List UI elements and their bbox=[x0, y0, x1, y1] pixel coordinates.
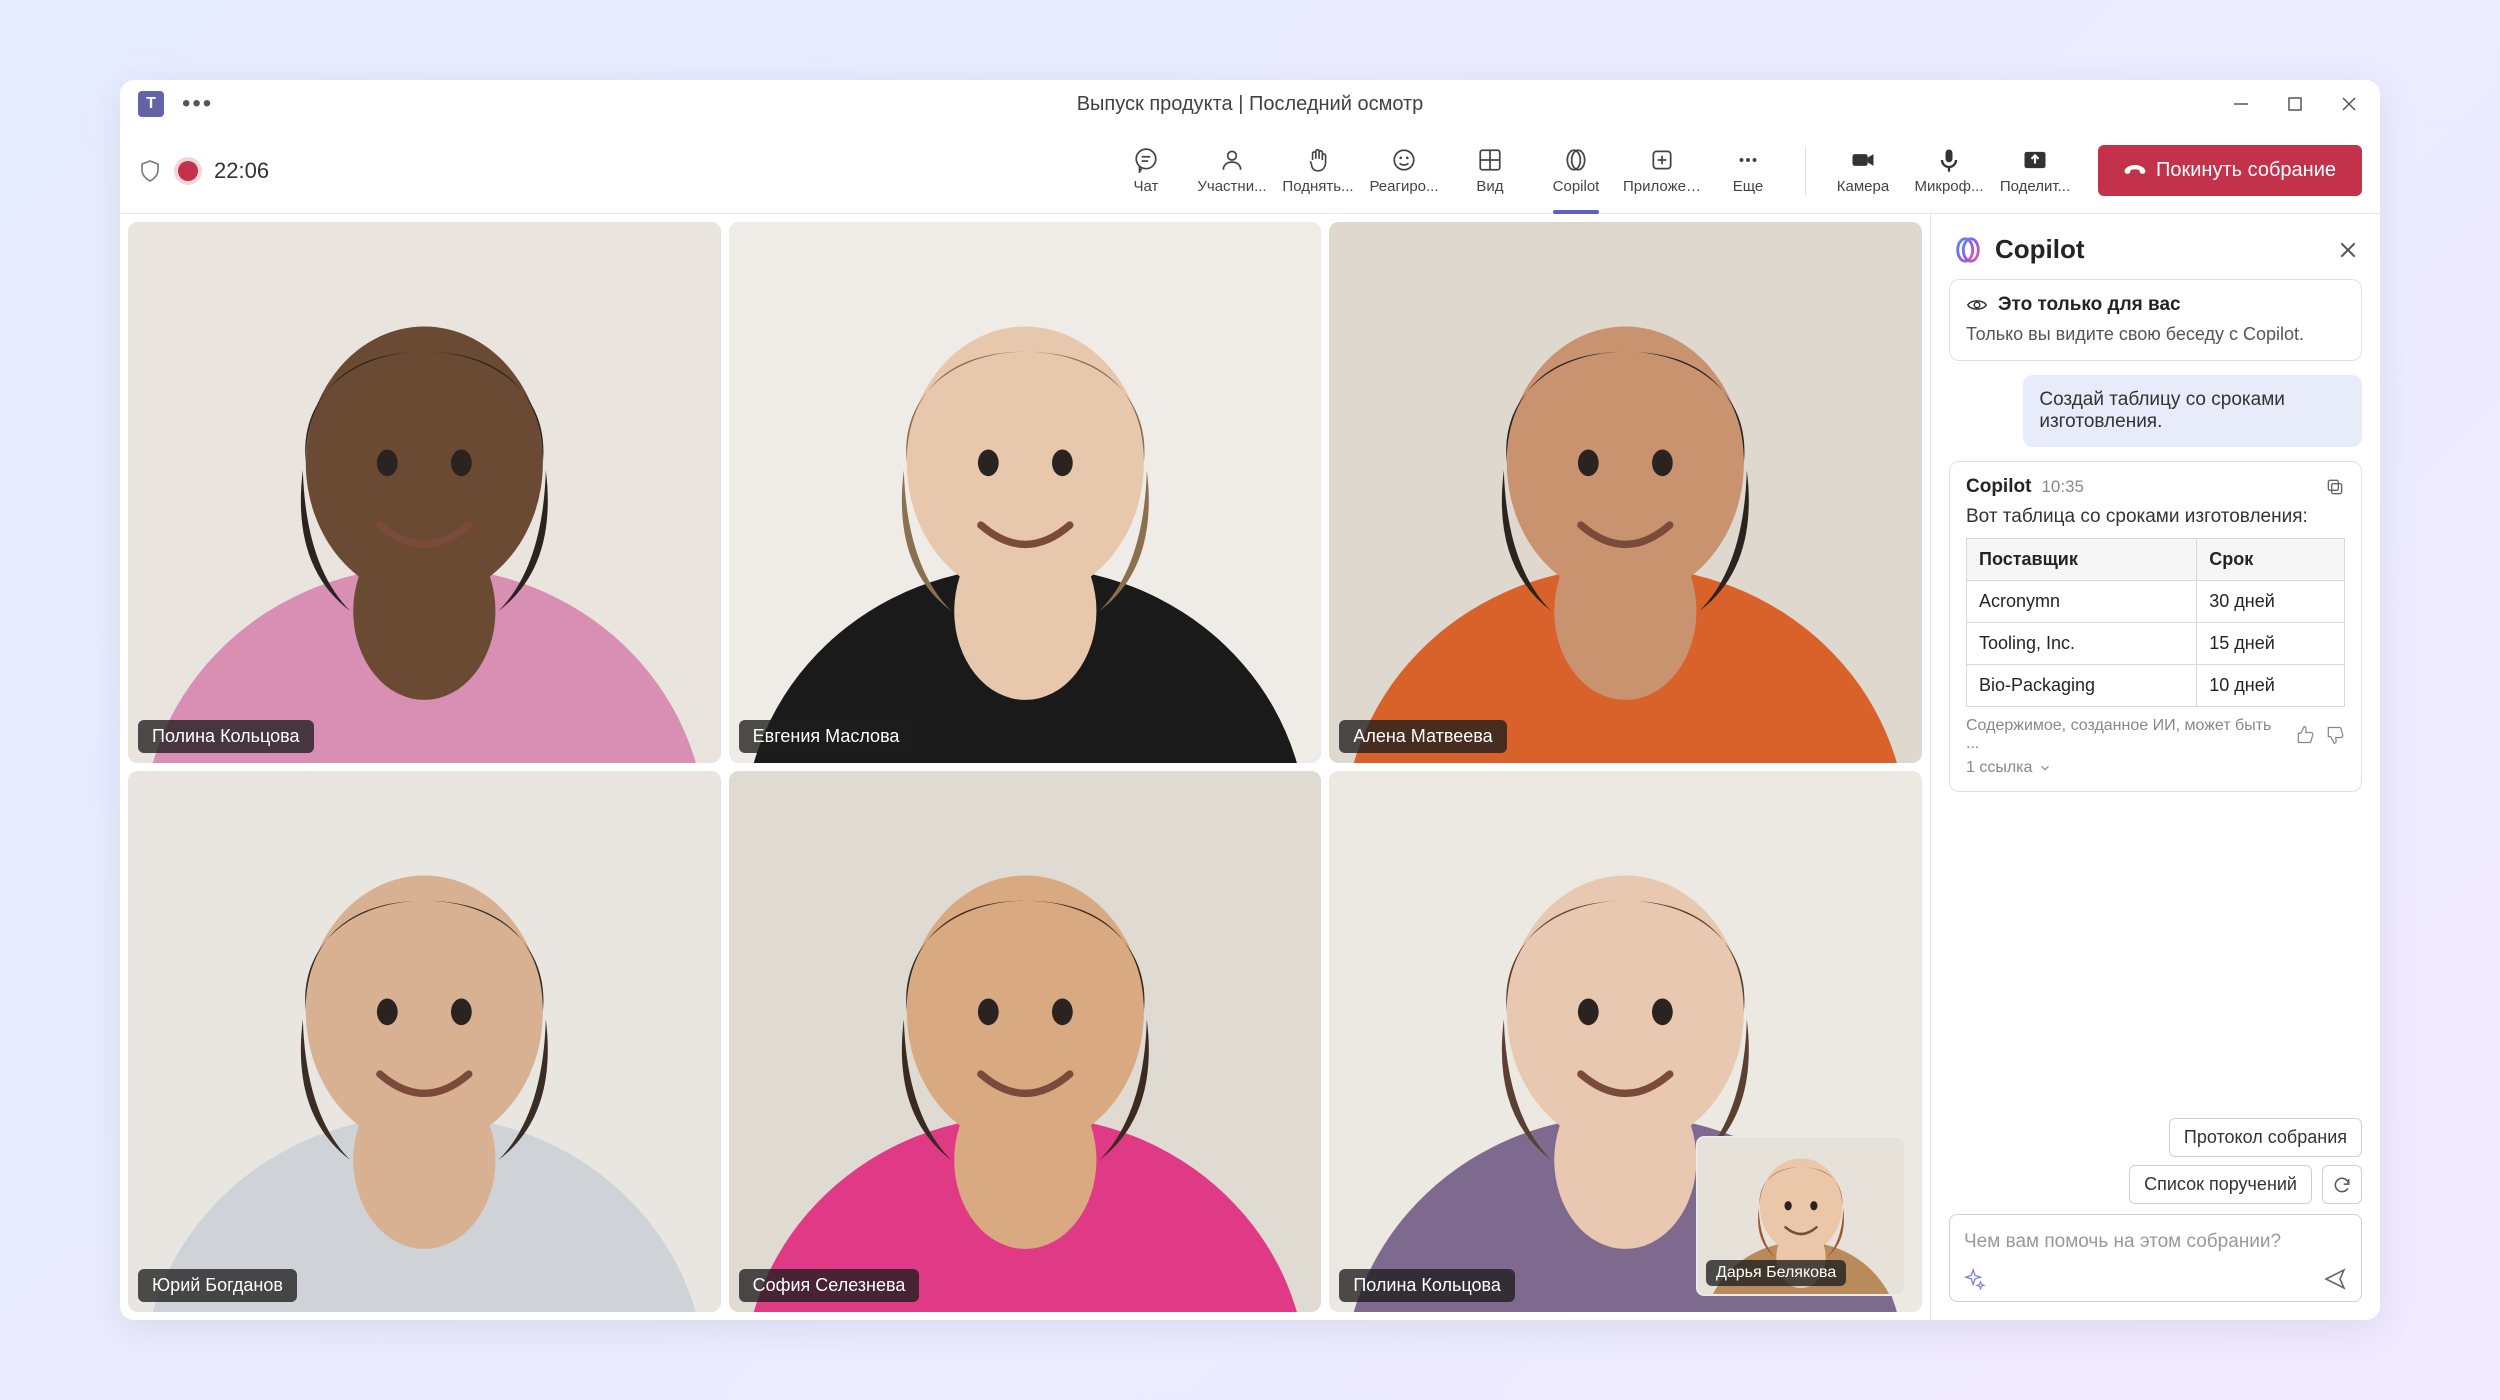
copilot-intro: Вот таблица со сроками изготовления: bbox=[1966, 506, 2345, 528]
chat-label: Чат bbox=[1134, 178, 1159, 195]
raise-hand-button[interactable]: Поднять... bbox=[1277, 137, 1359, 205]
video-tile[interactable]: Полина Кольцова bbox=[128, 222, 721, 763]
video-tile[interactable]: Евгения Маслова bbox=[729, 222, 1322, 763]
copilot-sender: Copilot bbox=[1966, 476, 2031, 498]
view-label: Вид bbox=[1476, 178, 1503, 195]
video-tile[interactable]: Юрий Богданов bbox=[128, 771, 721, 1312]
copilot-panel-title: Copilot bbox=[1995, 234, 2326, 265]
copilot-composer bbox=[1949, 1214, 2362, 1302]
table-row: Tooling, Inc.15 дней bbox=[1967, 623, 2345, 665]
leave-button[interactable]: Покинуть собрание bbox=[2098, 145, 2362, 196]
privacy-shield-icon[interactable] bbox=[138, 159, 162, 183]
table-row: Acronymn30 дней bbox=[1967, 581, 2345, 623]
camera-label: Камера bbox=[1837, 178, 1889, 195]
video-grid: Полина Кольцова Евгения Маслова Алена Ма… bbox=[120, 214, 1930, 1320]
thumbs-up-icon[interactable] bbox=[2295, 725, 2315, 745]
close-icon[interactable] bbox=[2336, 91, 2362, 117]
participant-name: Полина Кольцова bbox=[1339, 1269, 1515, 1302]
mic-button[interactable]: Микроф... bbox=[1908, 137, 1990, 205]
camera-button[interactable]: Камера bbox=[1822, 137, 1904, 205]
emoji-icon bbox=[1390, 146, 1418, 174]
phone-icon bbox=[2119, 155, 2150, 186]
camera-icon bbox=[1849, 146, 1877, 174]
toolbar-divider bbox=[1805, 146, 1806, 196]
maximize-icon[interactable] bbox=[2282, 91, 2308, 117]
mic-label: Микроф... bbox=[1915, 178, 1984, 195]
thumbs-down-icon[interactable] bbox=[2325, 725, 2345, 745]
participant-name: София Селезнева bbox=[739, 1269, 920, 1302]
minimize-icon[interactable] bbox=[2228, 91, 2254, 117]
participant-name: Алена Матвеева bbox=[1339, 720, 1506, 753]
meeting-toolbar: 22:06 Чат Участни... Поднять... Реагиро.… bbox=[120, 128, 2380, 214]
title-bar: T ••• Выпуск продукта | Последний осмотр bbox=[120, 80, 2380, 128]
self-view-pip[interactable]: Дарья Белякова bbox=[1696, 1136, 1906, 1296]
table-row: Bio-Packaging10 дней bbox=[1967, 665, 2345, 707]
video-tile[interactable]: Алена Матвеева bbox=[1329, 222, 1922, 763]
meeting-timer: 22:06 bbox=[214, 158, 269, 184]
video-tile[interactable]: Полина Кольцова Дарья Белякова bbox=[1329, 771, 1922, 1312]
content-area: Полина Кольцова Евгения Маслова Алена Ма… bbox=[120, 214, 2380, 1320]
more-icon bbox=[1734, 146, 1762, 174]
more-label: Еще bbox=[1733, 178, 1764, 195]
refresh-icon bbox=[2332, 1175, 2352, 1195]
chevron-down-icon bbox=[2038, 761, 2052, 775]
copilot-input[interactable] bbox=[1964, 1231, 2347, 1253]
leave-label: Покинуть собрание bbox=[2156, 159, 2336, 182]
info-title: Это только для вас bbox=[1998, 294, 2181, 316]
suggestion-chip[interactable]: Протокол собрания bbox=[2169, 1118, 2362, 1157]
copilot-icon bbox=[1562, 146, 1590, 174]
chat-icon bbox=[1132, 146, 1160, 174]
share-button[interactable]: Поделит... bbox=[1994, 137, 2076, 205]
table-header: Поставщик bbox=[1967, 539, 2197, 581]
apps-icon bbox=[1648, 146, 1676, 174]
eye-icon bbox=[1966, 294, 1988, 316]
raise-hand-label: Поднять... bbox=[1282, 178, 1353, 195]
copilot-close-icon[interactable] bbox=[2338, 240, 2358, 260]
titlebar-more-icon[interactable]: ••• bbox=[182, 90, 213, 118]
copilot-table: Поставщик Срок Acronymn30 днейTooling, I… bbox=[1966, 538, 2345, 707]
share-label: Поделит... bbox=[2000, 178, 2070, 195]
copy-icon[interactable] bbox=[2325, 477, 2345, 497]
view-button[interactable]: Вид bbox=[1449, 137, 1531, 205]
participant-name: Дарья Белякова bbox=[1706, 1260, 1846, 1286]
react-label: Реагиро... bbox=[1369, 178, 1438, 195]
raise-hand-icon bbox=[1304, 146, 1332, 174]
app-window: T ••• Выпуск продукта | Последний осмотр… bbox=[120, 80, 2380, 1320]
participant-name: Полина Кольцова bbox=[138, 720, 314, 753]
copilot-time: 10:35 bbox=[2041, 477, 2084, 497]
react-button[interactable]: Реагиро... bbox=[1363, 137, 1445, 205]
copilot-logo-icon bbox=[1953, 235, 1983, 265]
window-title: Выпуск продукта | Последний осмотр bbox=[1077, 93, 1424, 116]
share-icon bbox=[2021, 146, 2049, 174]
video-tile[interactable]: София Селезнева bbox=[729, 771, 1322, 1312]
people-button[interactable]: Участни... bbox=[1191, 137, 1273, 205]
apps-button[interactable]: Приложен... bbox=[1621, 137, 1703, 205]
refresh-suggestions-button[interactable] bbox=[2322, 1165, 2362, 1204]
apps-label: Приложен... bbox=[1623, 178, 1701, 195]
copilot-response: Copilot 10:35 Вот таблица со сроками изг… bbox=[1949, 461, 2362, 792]
send-icon[interactable] bbox=[2323, 1267, 2347, 1291]
ai-disclaimer: Содержимое, созданное ИИ, может быть ... bbox=[1966, 717, 2285, 753]
copilot-panel: Copilot Это только для вас Только вы вид… bbox=[1930, 214, 2380, 1320]
user-message: Создай таблицу со сроками изготовления. bbox=[2023, 375, 2362, 447]
copilot-button[interactable]: Copilot bbox=[1535, 137, 1617, 205]
suggestion-chip[interactable]: Список поручений bbox=[2129, 1165, 2312, 1204]
references-toggle[interactable]: 1 ссылка bbox=[1966, 759, 2345, 777]
people-icon bbox=[1218, 146, 1246, 174]
recording-indicator-icon bbox=[178, 161, 198, 181]
people-label: Участни... bbox=[1197, 178, 1266, 195]
info-text: Только вы видите свою беседу с Copilot. bbox=[1966, 322, 2345, 346]
mic-icon bbox=[1935, 146, 1963, 174]
participant-name: Евгения Маслова bbox=[739, 720, 914, 753]
copilot-label: Copilot bbox=[1553, 178, 1600, 195]
grid-icon bbox=[1476, 146, 1504, 174]
sparkle-icon[interactable] bbox=[1964, 1268, 1986, 1290]
more-button[interactable]: Еще bbox=[1707, 137, 1789, 205]
private-info-card: Это только для вас Только вы видите свою… bbox=[1949, 279, 2362, 361]
table-header: Срок bbox=[2197, 539, 2345, 581]
participant-name: Юрий Богданов bbox=[138, 1269, 297, 1302]
chat-button[interactable]: Чат bbox=[1105, 137, 1187, 205]
teams-app-icon: T bbox=[138, 91, 164, 117]
